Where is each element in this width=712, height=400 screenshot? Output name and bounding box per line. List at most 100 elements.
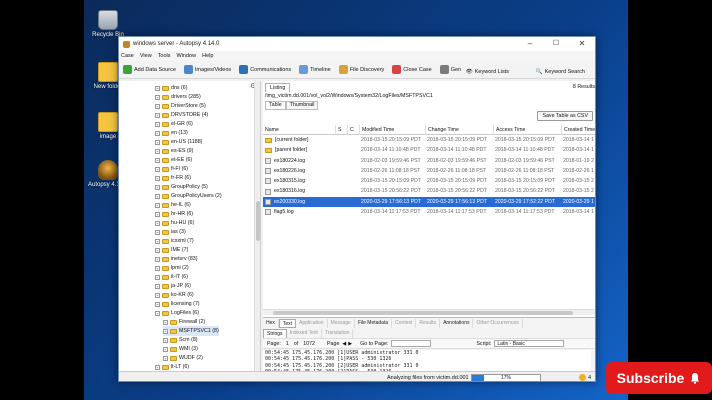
menu-view[interactable]: View: [140, 53, 152, 59]
expand-toggle-icon[interactable]: +: [155, 121, 160, 127]
expand-toggle-icon[interactable]: +: [155, 283, 160, 289]
tab-text[interactable]: Text: [278, 319, 297, 328]
expand-toggle-icon[interactable]: +: [155, 166, 160, 172]
tree-item-label: drivers (285): [171, 94, 201, 100]
table-row[interactable]: [current folder] 2018-03-15 20:15:09 PDT 2…: [263, 135, 595, 145]
cell-modified: 2018-03-15 20:56:22 PDT: [361, 188, 421, 195]
expand-toggle-icon[interactable]: +: [163, 355, 168, 361]
notification-badge[interactable]: 4: [578, 374, 591, 381]
expand-toggle-icon[interactable]: +: [155, 175, 160, 181]
cell-name: flag5.log: [263, 207, 335, 217]
expand-toggle-icon[interactable]: +: [163, 337, 168, 343]
expand-toggle-icon[interactable]: +: [163, 319, 168, 325]
table-row[interactable]: [parent folder] 2018-03-14 11:10:48 PDT 20…: [263, 145, 595, 155]
tree-scrollbar[interactable]: [254, 81, 260, 371]
menu-window[interactable]: Window: [177, 53, 197, 59]
subscribe-button[interactable]: Subscribe: [606, 362, 712, 394]
tab-other-occurrences[interactable]: Other Occurrences: [473, 319, 523, 328]
table-row[interactable]: flag5.log 2018-03-14 11:17:53 PDT 2018-03-…: [263, 207, 595, 217]
expand-toggle-icon[interactable]: +: [155, 256, 160, 262]
close-case-button[interactable]: Close Case: [392, 65, 432, 74]
next-page-button[interactable]: ▶: [348, 341, 352, 347]
expand-toggle-icon[interactable]: +: [155, 301, 160, 307]
folder-icon: [162, 175, 169, 181]
tree-item[interactable]: + lt-LT (6): [155, 362, 189, 371]
file-discovery-button[interactable]: File Discovery: [338, 65, 384, 74]
keyword-search-button[interactable]: 🔍 Keyword Search: [536, 65, 585, 79]
expand-toggle-icon[interactable]: +: [155, 238, 160, 244]
prev-page-button[interactable]: ◀: [342, 341, 346, 347]
column-header-access[interactable]: Access Time: [493, 125, 561, 135]
communications-button[interactable]: Communications: [239, 65, 291, 74]
desktop-icon-recycle-bin[interactable]: Recycle Bin: [86, 10, 130, 38]
ingest-progress-bar[interactable]: 17%: [471, 374, 541, 381]
generate-report-button[interactable]: Gen: [439, 65, 461, 74]
expand-toggle-icon[interactable]: +: [155, 220, 160, 226]
expand-toggle-icon[interactable]: +: [155, 202, 160, 208]
column-header-s[interactable]: S: [335, 125, 347, 135]
menu-tools[interactable]: Tools: [158, 53, 171, 59]
expand-toggle-icon[interactable]: +: [155, 193, 160, 199]
images-videos-button[interactable]: Images/Videos: [183, 65, 231, 74]
timeline-button[interactable]: Timeline: [299, 65, 331, 74]
keyword-lists-button[interactable]: 👁 Keyword Lists: [466, 65, 509, 79]
column-header-name[interactable]: Name: [263, 125, 335, 135]
tab-file-metadata[interactable]: File Metadata: [355, 319, 393, 328]
save-table-csv-button[interactable]: Save Table as CSV: [537, 111, 593, 121]
expand-toggle-icon[interactable]: +: [155, 130, 160, 136]
expand-toggle-icon[interactable]: +: [155, 247, 160, 253]
expand-toggle-icon[interactable]: +: [155, 148, 160, 154]
expand-toggle-icon[interactable]: +: [155, 292, 160, 298]
table-row[interactable]: ex180224.log 2018-02-03 19:59:46 PST 2018-…: [263, 156, 595, 166]
expand-toggle-icon[interactable]: +: [155, 139, 160, 145]
expand-toggle-icon[interactable]: +: [155, 274, 160, 280]
tab-thumbnail[interactable]: Thumbnail: [285, 101, 319, 110]
expand-toggle-icon[interactable]: +: [155, 184, 160, 190]
close-button[interactable]: ✕: [569, 37, 595, 51]
tab-listing[interactable]: Listing: [265, 83, 291, 92]
expand-toggle-icon[interactable]: +: [155, 310, 160, 316]
column-header-created[interactable]: Created Time: [561, 125, 595, 135]
tab-application[interactable]: Application: [296, 319, 328, 328]
expand-toggle-icon[interactable]: +: [155, 85, 160, 91]
expand-toggle-icon[interactable]: +: [155, 94, 160, 100]
expand-toggle-icon[interactable]: +: [155, 157, 160, 163]
column-header-c[interactable]: C: [347, 125, 359, 135]
column-header-change[interactable]: Change Time: [425, 125, 493, 135]
tab-message[interactable]: Message: [328, 319, 355, 328]
tab-hex[interactable]: Hex: [263, 319, 279, 328]
tab-table[interactable]: Table: [265, 101, 286, 110]
table-row[interactable]: ex200330.log 2020-03-29 17:56:13 PDT 2020-…: [263, 196, 595, 208]
tab-results[interactable]: Results: [416, 319, 441, 328]
title-bar[interactable]: windows server - Autopsy 4.14.0 – ☐ ✕: [119, 37, 595, 51]
tree-item-label: icsxml (7): [171, 238, 194, 244]
table-row[interactable]: ex180315.log 2018-03-15 20:15:09 PDT 2018-…: [263, 176, 595, 186]
goto-page-input[interactable]: [391, 340, 432, 347]
scrollbar-thumb[interactable]: [273, 311, 573, 315]
table-row[interactable]: ex180316.log 2018-03-15 20:56:22 PDT 2018-…: [263, 186, 595, 196]
expand-toggle-icon[interactable]: +: [155, 265, 160, 271]
menu-case[interactable]: Case: [121, 53, 134, 59]
add-data-source-button[interactable]: Add Data Source: [123, 65, 176, 74]
tab-annotations[interactable]: Annotations: [440, 319, 474, 328]
script-select[interactable]: Latin - Basic: [494, 340, 565, 347]
expand-toggle-icon[interactable]: +: [163, 346, 168, 352]
expand-toggle-icon[interactable]: +: [155, 229, 160, 235]
expand-toggle-icon[interactable]: +: [155, 211, 160, 217]
expand-toggle-icon[interactable]: +: [155, 364, 160, 370]
menu-help[interactable]: Help: [202, 53, 213, 59]
expand-toggle-icon[interactable]: +: [155, 103, 160, 109]
column-header-modified[interactable]: Modified Time: [359, 125, 425, 135]
scrollbar-thumb[interactable]: [256, 201, 260, 241]
tab-context[interactable]: Context: [392, 319, 417, 328]
expand-toggle-icon[interactable]: +: [163, 328, 168, 334]
table-row[interactable]: ex180226.log 2018-02-26 11:08:18 PST 2018-…: [263, 166, 595, 176]
minimize-button[interactable]: –: [517, 37, 543, 51]
cell-modified: 2018-02-03 19:59:46 PST: [361, 157, 421, 164]
folder-icon: [162, 184, 169, 190]
table-horizontal-scrollbar[interactable]: [263, 309, 595, 315]
cell-name: ex180224.log: [263, 156, 335, 166]
maximize-button[interactable]: ☐: [543, 37, 569, 51]
tree-item-label: inetsrv (83): [171, 256, 198, 262]
expand-toggle-icon[interactable]: +: [155, 112, 160, 118]
